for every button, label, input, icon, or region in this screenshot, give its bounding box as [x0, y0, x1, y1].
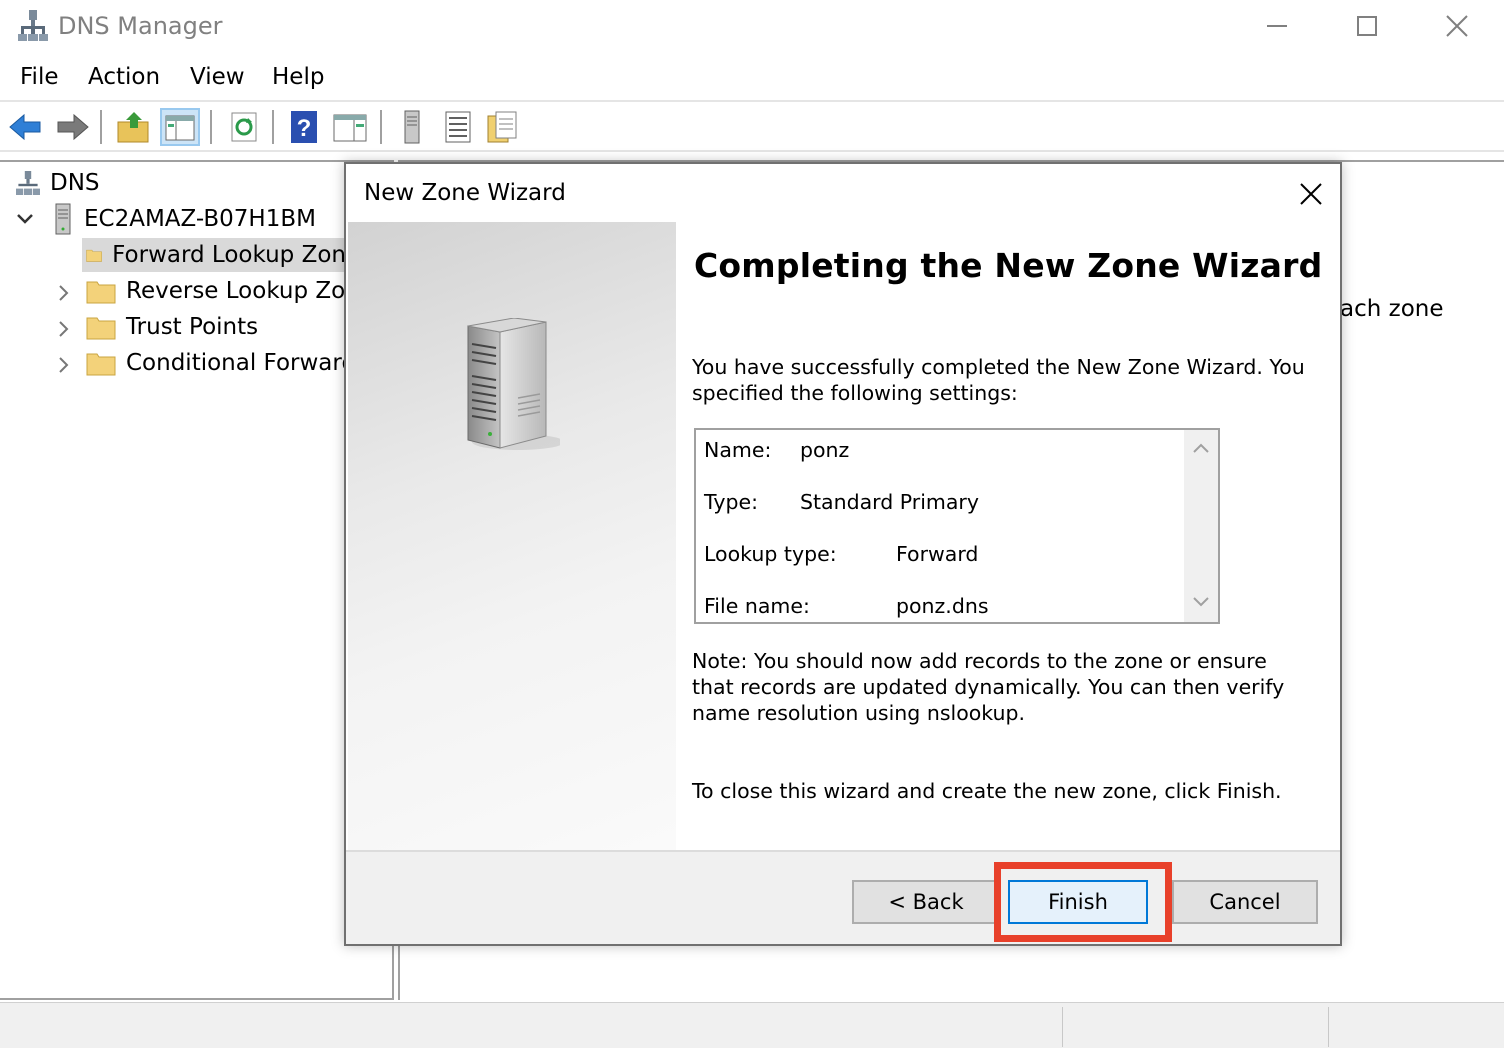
forward-button[interactable]	[52, 108, 92, 146]
show-hide-action-pane-button[interactable]	[330, 108, 370, 146]
wizard-side-panel	[348, 222, 676, 850]
tree-item-dns[interactable]: DNS	[16, 166, 100, 200]
show-hide-console-tree-button[interactable]	[160, 108, 200, 146]
menu-action[interactable]: Action	[88, 64, 160, 90]
status-separator	[1062, 1007, 1063, 1047]
tree-item-label: Trust Points	[126, 314, 259, 340]
close-icon	[1300, 183, 1322, 205]
setting-value-lookup-type: Forward	[896, 542, 979, 566]
menu-file[interactable]: File	[20, 64, 59, 90]
setting-label-type: Type:	[704, 490, 758, 514]
folder-icon	[86, 249, 102, 262]
toolbar: ?	[0, 100, 1504, 152]
setting-value-type: Standard Primary	[800, 490, 979, 514]
wizard-button-area: < Back Finish Cancel	[346, 850, 1340, 944]
tree-item-label: DNS	[50, 170, 100, 196]
list-button[interactable]	[438, 108, 478, 146]
back-button[interactable]: < Back	[852, 880, 1000, 924]
wizard-content: Completing the New Zone Wizard You have …	[692, 222, 1332, 850]
title-bar: DNS Manager	[0, 0, 1504, 52]
properties-button[interactable]	[482, 108, 522, 146]
tree-item-label: Conditional Forward	[126, 350, 357, 376]
list-icon	[445, 111, 471, 143]
close-icon	[1446, 15, 1468, 37]
scroll-down-icon[interactable]	[1193, 596, 1209, 608]
chevron-right-icon[interactable]	[54, 356, 72, 374]
minimize-icon	[1267, 25, 1287, 27]
tree-item-reverse-lookup-zones[interactable]: Reverse Lookup Zon	[82, 274, 360, 308]
tree-item-label: EC2AMAZ-B07H1BM	[84, 206, 316, 232]
dialog-title: New Zone Wizard	[364, 180, 566, 206]
tree-item-label: Forward Lookup Zon	[112, 242, 346, 268]
minimize-button[interactable]	[1232, 0, 1322, 52]
setting-value-file-name: ponz.dns	[896, 594, 989, 618]
menu-view[interactable]: View	[190, 64, 245, 90]
server-icon	[404, 110, 420, 144]
properties-icon	[487, 111, 517, 143]
help-icon: ?	[291, 111, 317, 143]
chevron-right-icon[interactable]	[54, 320, 72, 338]
finish-highlight-box	[994, 862, 1172, 942]
forward-arrow-icon	[57, 113, 89, 141]
status-bar	[0, 1002, 1504, 1048]
folder-icon	[86, 317, 116, 340]
server-button[interactable]	[392, 108, 432, 146]
action-pane-icon	[333, 114, 367, 142]
settings-scrollbar[interactable]	[1184, 430, 1218, 622]
dns-icon	[16, 171, 40, 195]
tree-item-server[interactable]: EC2AMAZ-B07H1BM	[52, 202, 316, 236]
new-zone-wizard-dialog: New Zone Wizard Completing the New Zone …	[344, 162, 1342, 946]
back-button[interactable]	[6, 108, 46, 146]
close-window-button[interactable]	[1412, 0, 1502, 52]
tree-item-label: Reverse Lookup Zon	[126, 278, 360, 304]
chevron-down-icon[interactable]	[16, 210, 34, 228]
chevron-right-icon[interactable]	[54, 284, 72, 302]
toolbar-separator	[210, 110, 212, 144]
toolbar-separator	[272, 110, 274, 144]
setting-label-name: Name:	[704, 438, 772, 462]
maximize-icon	[1357, 16, 1377, 36]
dns-manager-icon	[18, 10, 48, 41]
tree-item-forward-lookup-zones[interactable]: Forward Lookup Zon	[82, 238, 346, 272]
details-text: ach zone	[1340, 296, 1444, 322]
finish-instruction-text: To close this wizard and create the new …	[692, 779, 1282, 803]
setting-label-file-name: File name:	[704, 594, 810, 618]
server-icon	[55, 203, 71, 235]
refresh-icon	[231, 112, 257, 142]
help-button[interactable]: ?	[284, 108, 324, 146]
setting-label-lookup-type: Lookup type:	[704, 542, 837, 566]
menu-bar: File Action View Help	[0, 58, 1504, 98]
note-text: Note: You should now add records to the …	[692, 649, 1285, 725]
up-one-level-button[interactable]	[114, 108, 154, 146]
folder-up-icon	[117, 112, 149, 143]
toolbar-separator	[380, 110, 382, 144]
console-tree: DNS EC2AMAZ-B07H1BM Forward Lookup Zon R…	[0, 160, 394, 1000]
cancel-button[interactable]: Cancel	[1172, 880, 1318, 924]
back-arrow-icon	[9, 113, 41, 141]
toolbar-separator	[100, 110, 102, 144]
refresh-button[interactable]	[224, 108, 264, 146]
show-hide-console-tree-icon	[165, 115, 195, 141]
tree-item-trust-points[interactable]: Trust Points	[82, 310, 258, 344]
intro-text: You have successfully completed the New …	[692, 355, 1305, 405]
folder-icon	[86, 281, 116, 304]
setting-value-name: ponz	[800, 438, 850, 462]
menu-help[interactable]: Help	[272, 64, 324, 90]
folder-icon	[86, 353, 116, 376]
status-separator	[1328, 1007, 1329, 1047]
maximize-button[interactable]	[1322, 0, 1412, 52]
server-tower-icon	[467, 318, 560, 450]
wizard-heading: Completing the New Zone Wizard	[694, 246, 1323, 285]
settings-summary-box[interactable]: Name: ponz Type: Standard Primary Lookup…	[694, 428, 1220, 624]
tree-item-conditional-forwarders[interactable]: Conditional Forward	[82, 346, 356, 380]
window-title: DNS Manager	[58, 12, 223, 40]
dialog-close-button[interactable]	[1288, 174, 1334, 214]
svg-text:?: ?	[297, 115, 312, 142]
scroll-up-icon[interactable]	[1193, 442, 1209, 454]
